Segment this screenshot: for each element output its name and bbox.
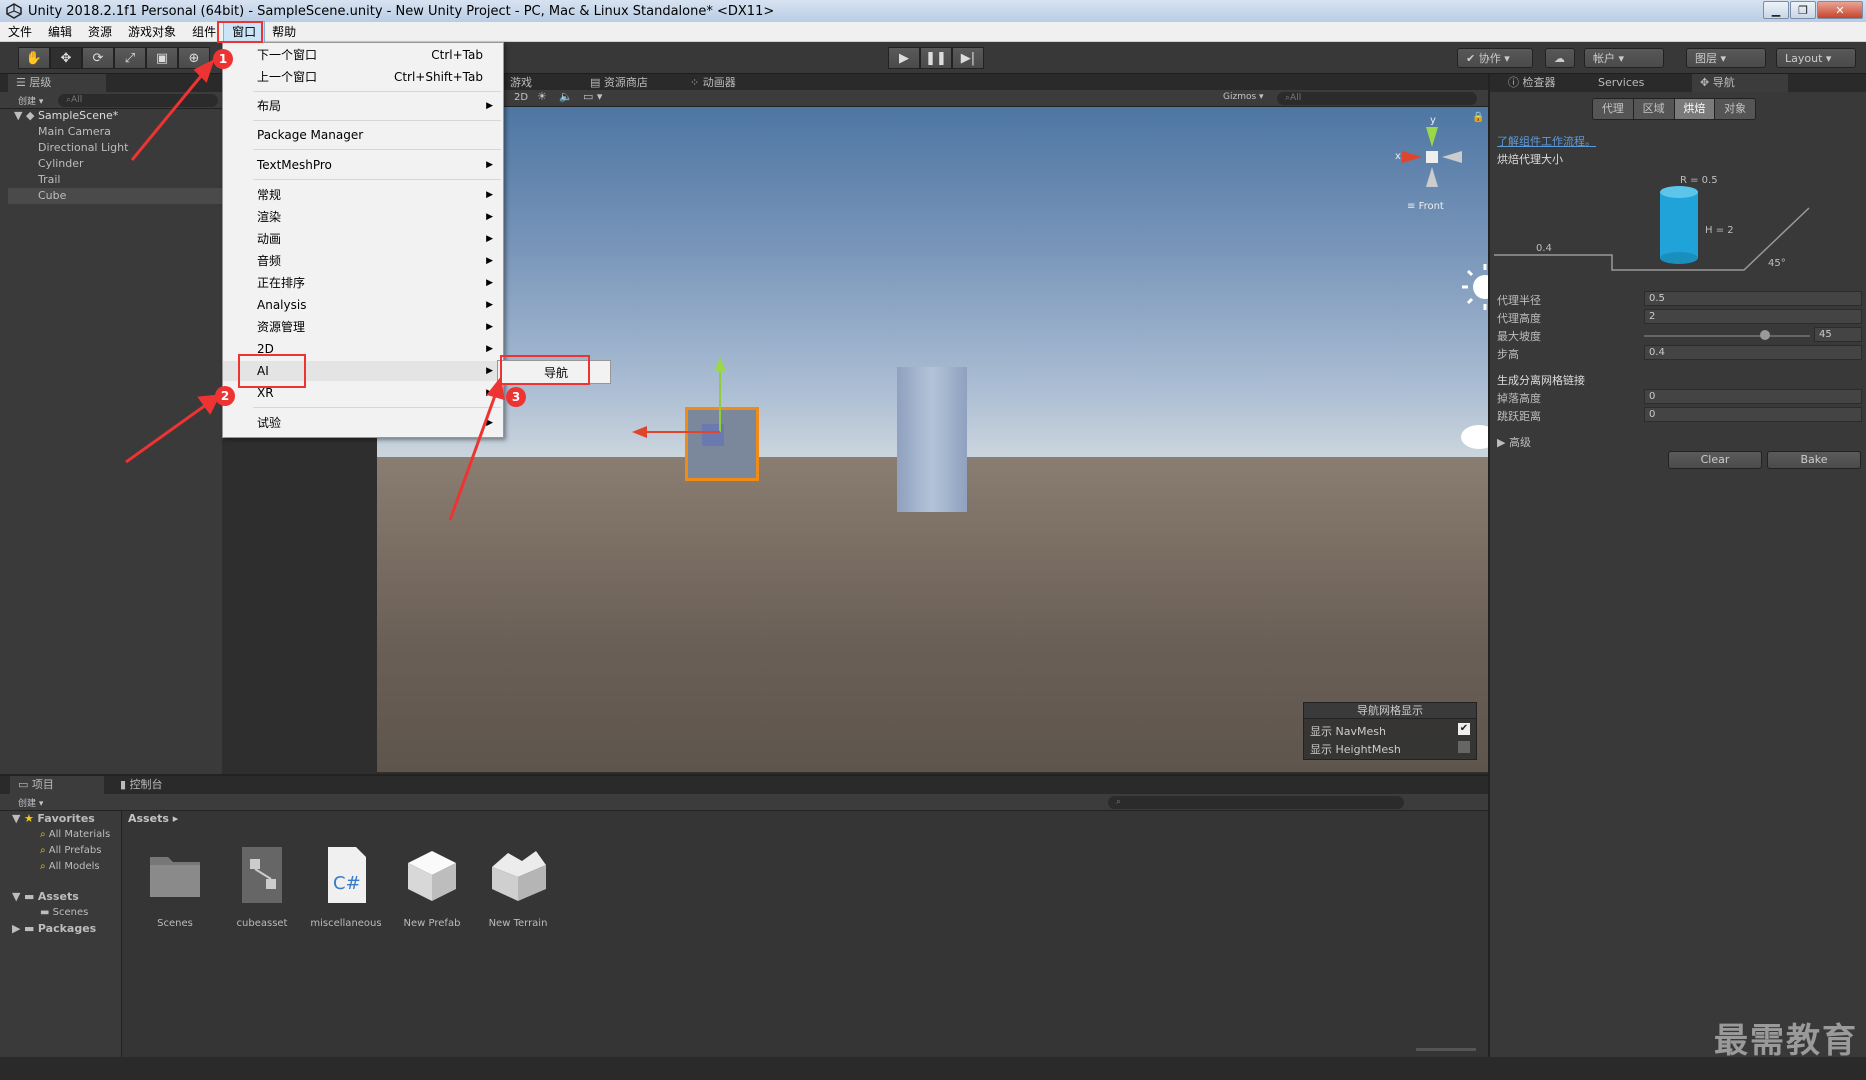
annotation-step-3: 3 [506,387,526,407]
annotation-step-1: 1 [213,49,233,69]
watermark: 最需教育 [1714,1021,1858,1061]
annotation-step-2: 2 [215,386,235,406]
annotation-arrows [125,59,505,521]
